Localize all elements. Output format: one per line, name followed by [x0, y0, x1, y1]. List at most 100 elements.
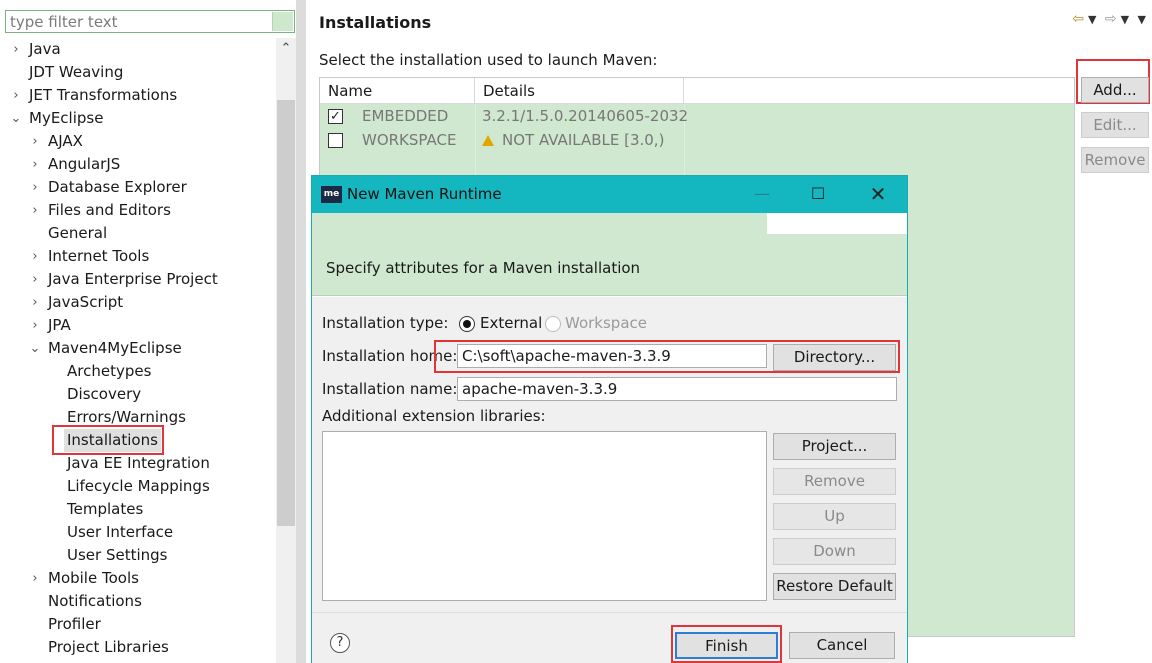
- maximize-icon[interactable]: ☐: [798, 180, 838, 208]
- chevron-down-icon[interactable]: ⌄: [10, 107, 22, 130]
- chevron-right-icon[interactable]: ›: [29, 268, 41, 291]
- edit-button[interactable]: Edit...: [1081, 112, 1149, 138]
- tree-item-label: MyEclipse: [29, 109, 104, 127]
- chevron-right-icon[interactable]: ›: [29, 130, 41, 153]
- chevron-right-icon[interactable]: ›: [29, 567, 41, 590]
- tree-item[interactable]: JDT Weaving: [0, 61, 276, 84]
- table-row-details[interactable]: 3.2.1/1.5.0.20140605-2032: [482, 105, 688, 128]
- workspace-radio[interactable]: [545, 316, 561, 332]
- tree-item[interactable]: › JavaScript: [0, 291, 276, 314]
- tree-item[interactable]: Templates: [0, 498, 276, 521]
- chevron-right-icon[interactable]: ›: [10, 84, 22, 107]
- chevron-right-icon[interactable]: ›: [29, 176, 41, 199]
- help-icon[interactable]: ?: [330, 633, 350, 653]
- tree-item[interactable]: › Database Explorer: [0, 176, 276, 199]
- tree-item[interactable]: Discovery: [0, 383, 276, 406]
- tree-item[interactable]: Archetypes: [0, 360, 276, 383]
- workspace-radio-label[interactable]: Workspace: [565, 314, 647, 332]
- tree-item-label: JDT Weaving: [29, 63, 124, 81]
- finish-button[interactable]: Finish: [675, 632, 778, 659]
- cancel-button[interactable]: Cancel: [789, 632, 895, 659]
- table-row-details-cell[interactable]: NOT AVAILABLE [3.0,): [482, 129, 664, 152]
- move-down-button[interactable]: Down: [773, 538, 896, 565]
- tree-item-label: User Settings: [67, 546, 168, 564]
- tree-item[interactable]: ⌄ Maven4MyEclipse: [0, 337, 276, 360]
- chevron-right-icon[interactable]: ›: [29, 199, 41, 222]
- tree-item[interactable]: Notifications: [0, 590, 276, 613]
- tree-item[interactable]: › Java Enterprise Project: [0, 268, 276, 291]
- tree-item[interactable]: › AJAX: [0, 130, 276, 153]
- dialog-titlebar[interactable]: me New Maven Runtime — ☐ ✕: [312, 176, 907, 213]
- chevron-down-icon[interactable]: ⌄: [29, 337, 41, 360]
- tree-item-label: Database Explorer: [48, 178, 187, 196]
- preferences-tree: › Java JDT Weaving › JET Transformations ⌄ MyE…: [0, 38, 276, 663]
- chevron-down-icon[interactable]: ▼: [1088, 13, 1096, 26]
- forward-arrow-icon[interactable]: ⇨: [1105, 11, 1117, 27]
- scrollbar-thumb[interactable]: [277, 100, 295, 526]
- tree-item[interactable]: General: [0, 222, 276, 245]
- table-header: Name Details: [320, 78, 1074, 104]
- remove-button[interactable]: Remove: [1081, 147, 1149, 173]
- preferences-tree-pane: › Java JDT Weaving › JET Transformations ⌄ MyE…: [0, 0, 296, 663]
- tree-item-label: Notifications: [48, 592, 142, 610]
- tree-item-label: Maven4MyEclipse: [48, 339, 182, 357]
- external-radio-label[interactable]: External: [480, 314, 542, 332]
- external-radio[interactable]: [459, 316, 475, 332]
- embedded-checkbox[interactable]: ✓: [328, 109, 343, 124]
- tree-item-label: Internet Tools: [48, 247, 150, 265]
- tree-item-label: Profiler: [48, 615, 101, 633]
- tree-item[interactable]: › Java: [0, 38, 276, 61]
- installation-name-input[interactable]: [457, 377, 897, 401]
- view-menu-icon[interactable]: ▼: [1138, 13, 1146, 26]
- tree-item[interactable]: › JPA: [0, 314, 276, 337]
- tree-item-label: Discovery: [67, 385, 142, 403]
- chevron-right-icon[interactable]: ›: [10, 38, 22, 61]
- tree-item-label: Java: [29, 40, 61, 58]
- move-up-button[interactable]: Up: [773, 503, 896, 530]
- installation-type-label: Installation type:: [322, 314, 449, 332]
- tree-item[interactable]: › JET Transformations: [0, 84, 276, 107]
- pane-splitter[interactable]: [296, 0, 306, 663]
- banner-message: Specify attributes for a Maven installat…: [326, 259, 641, 277]
- workspace-checkbox[interactable]: [328, 133, 343, 148]
- chevron-right-icon[interactable]: ›: [29, 314, 41, 337]
- installation-home-highlight: [434, 340, 900, 373]
- tree-item-label: Lifecycle Mappings: [67, 477, 210, 495]
- tree-item[interactable]: › AngularJS: [0, 153, 276, 176]
- tree-item[interactable]: User Interface: [0, 521, 276, 544]
- project-button[interactable]: Project...: [773, 433, 896, 460]
- chevron-right-icon[interactable]: ›: [29, 291, 41, 314]
- restore-default-button[interactable]: Restore Default: [773, 573, 896, 600]
- clear-filter-icon[interactable]: [272, 12, 293, 31]
- tree-scrollbar[interactable]: ⌃: [276, 38, 296, 663]
- installation-name-label: Installation name:: [322, 380, 458, 398]
- tree-item[interactable]: Project Libraries: [0, 636, 276, 659]
- table-row-name[interactable]: WORKSPACE: [362, 129, 456, 152]
- remove-library-button[interactable]: Remove: [773, 468, 896, 495]
- column-header-name[interactable]: Name: [320, 78, 475, 104]
- chevron-right-icon[interactable]: ›: [29, 245, 41, 268]
- tree-item-label: JPA: [48, 316, 71, 334]
- chevron-down-icon[interactable]: ▼: [1121, 13, 1129, 26]
- add-button[interactable]: Add...: [1081, 77, 1149, 103]
- tree-item[interactable]: › Files and Editors: [0, 199, 276, 222]
- extension-libraries-list[interactable]: [322, 431, 767, 601]
- table-row-name[interactable]: EMBEDDED: [362, 105, 448, 128]
- tree-item[interactable]: Profiler: [0, 613, 276, 636]
- tree-item[interactable]: ⌄ MyEclipse: [0, 107, 276, 130]
- tree-item[interactable]: Java EE Integration: [0, 452, 276, 475]
- chevron-right-icon[interactable]: ›: [29, 153, 41, 176]
- tree-item[interactable]: › Internet Tools: [0, 245, 276, 268]
- column-header-details[interactable]: Details: [475, 78, 684, 104]
- close-icon[interactable]: ✕: [858, 180, 898, 208]
- tree-item-label: Templates: [67, 500, 144, 518]
- back-arrow-icon[interactable]: ⇦: [1072, 11, 1084, 27]
- filter-text-input[interactable]: [5, 10, 295, 33]
- scroll-up-icon[interactable]: ⌃: [276, 38, 296, 60]
- select-installation-label: Select the installation used to launch M…: [319, 51, 658, 69]
- tree-item[interactable]: › Mobile Tools: [0, 567, 276, 590]
- minimize-icon[interactable]: —: [742, 180, 782, 208]
- tree-item[interactable]: Lifecycle Mappings: [0, 475, 276, 498]
- tree-item[interactable]: User Settings: [0, 544, 276, 567]
- dialog-title: New Maven Runtime: [347, 185, 502, 203]
